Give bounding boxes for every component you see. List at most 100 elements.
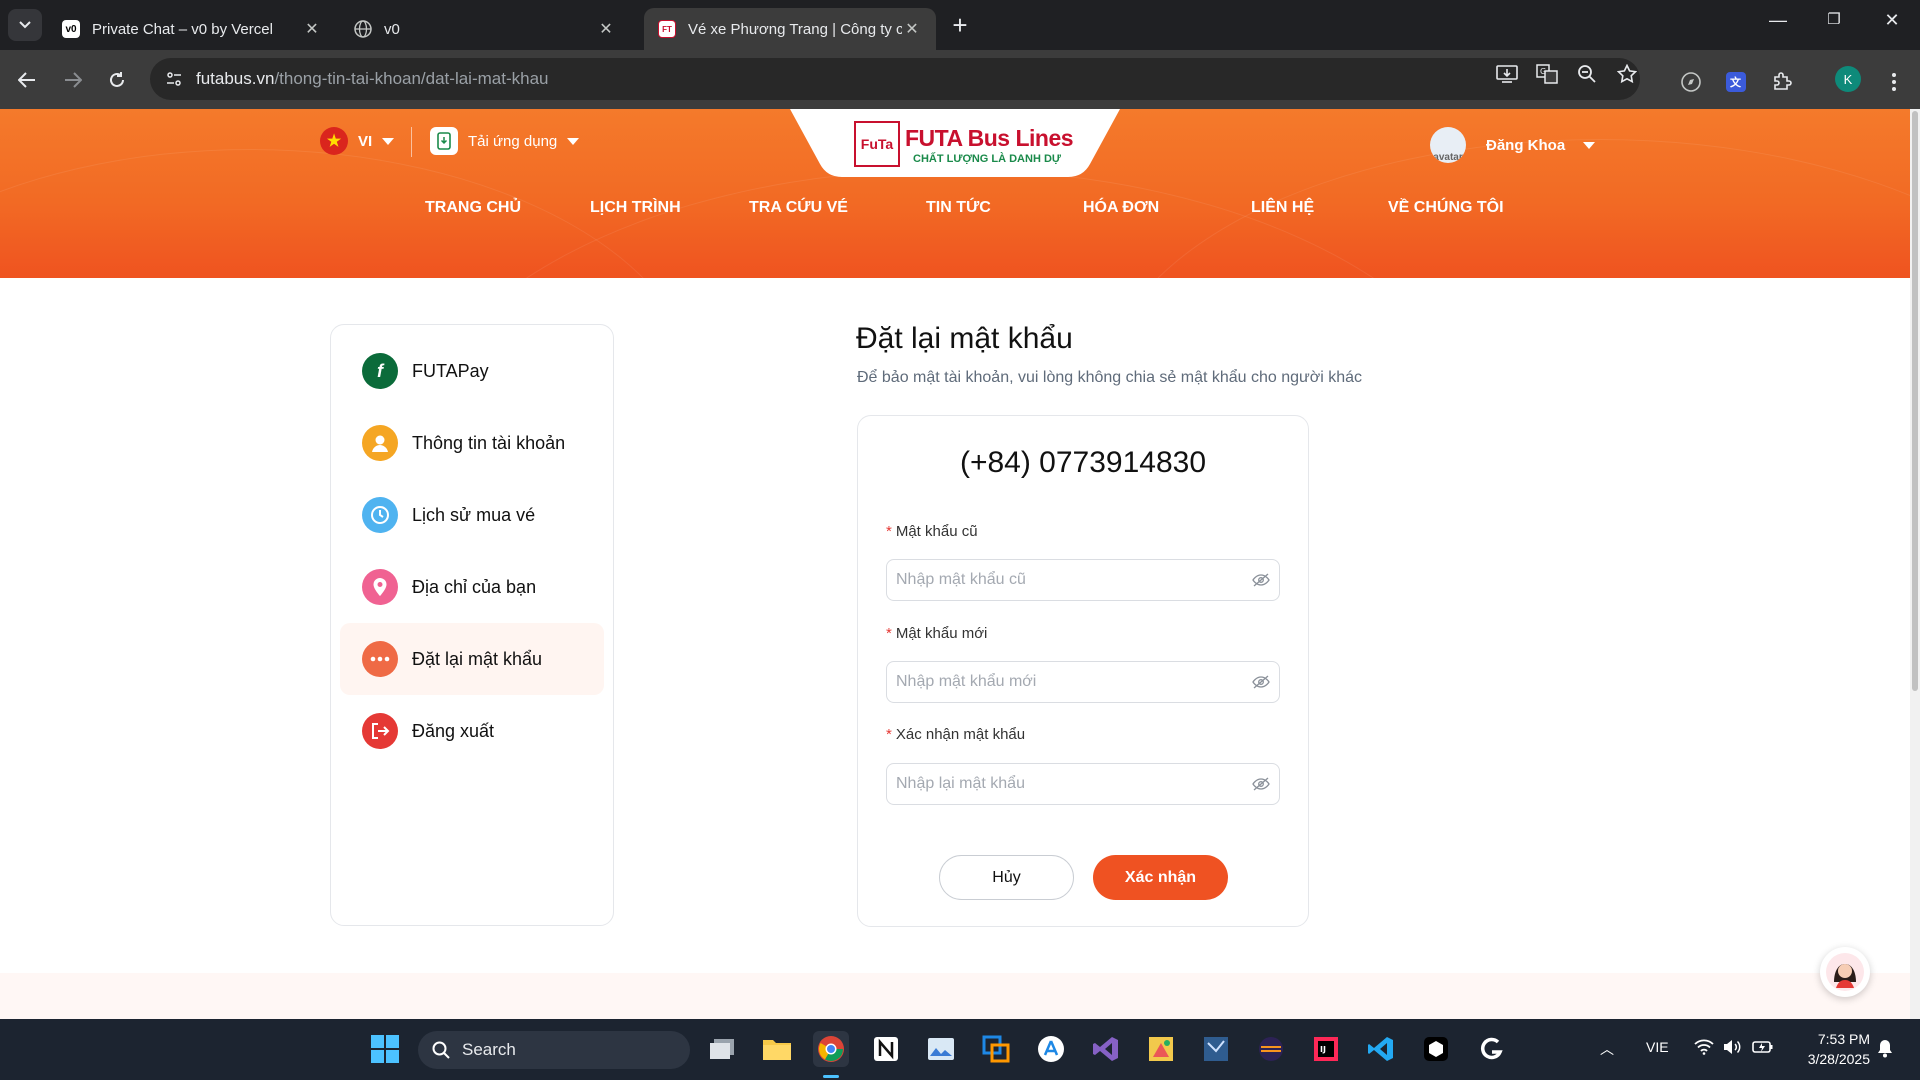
back-button[interactable] bbox=[12, 65, 42, 95]
site-header: ★ VI Tải ứng dụng FuTa FUTA Bus Lines CH… bbox=[0, 109, 1910, 278]
app-store-icon[interactable] bbox=[1033, 1031, 1069, 1067]
translate-icon[interactable]: G bbox=[1535, 62, 1559, 86]
app-download-label: Tải ứng dụng bbox=[468, 132, 558, 150]
sql-studio-icon[interactable] bbox=[1198, 1031, 1234, 1067]
submit-button[interactable]: Xác nhận bbox=[1093, 855, 1228, 900]
history-icon bbox=[362, 497, 398, 533]
confirm-password-input[interactable] bbox=[886, 763, 1280, 805]
reload-button[interactable] bbox=[102, 65, 132, 95]
chevron-up-icon[interactable]: ︿ bbox=[1600, 1039, 1614, 1059]
new-password-input[interactable] bbox=[886, 661, 1280, 703]
language-label: VI bbox=[358, 132, 373, 150]
notification-bell-icon[interactable] bbox=[1876, 1038, 1894, 1061]
eclipse-icon[interactable] bbox=[1253, 1031, 1289, 1067]
photos-icon[interactable] bbox=[923, 1031, 959, 1067]
nav-item-contact[interactable]: LIÊN HỆ bbox=[1251, 199, 1314, 217]
minimize-icon[interactable]: — bbox=[1758, 10, 1798, 31]
futa-logo-badge[interactable]: FuTa bbox=[854, 121, 900, 167]
restore-icon[interactable]: ❐ bbox=[1814, 10, 1854, 28]
old-password-input[interactable] bbox=[886, 559, 1280, 601]
nav-item-news[interactable]: TIN TỨC bbox=[926, 199, 991, 217]
confirm-password-label: * Xác nhận mật khẩu bbox=[886, 726, 1025, 743]
futa-logo-name[interactable]: FUTA Bus Lines bbox=[905, 125, 1074, 152]
windows-start-icon[interactable] bbox=[367, 1031, 403, 1067]
more-menu-icon[interactable] bbox=[1882, 70, 1906, 94]
remote-desktop-icon[interactable] bbox=[978, 1031, 1014, 1067]
support-agent-icon bbox=[1826, 953, 1864, 991]
bookmark-star-icon[interactable] bbox=[1615, 62, 1639, 86]
g-hub-icon[interactable] bbox=[1473, 1031, 1509, 1067]
taskbar-search[interactable]: Search bbox=[418, 1031, 690, 1069]
cube-app-icon[interactable] bbox=[1418, 1031, 1454, 1067]
task-view-icon[interactable] bbox=[704, 1031, 740, 1067]
forward-button[interactable] bbox=[58, 65, 88, 95]
support-chat-button[interactable] bbox=[1820, 947, 1870, 997]
caret-down-icon bbox=[382, 137, 395, 145]
app-download-menu[interactable]: Tải ứng dụng bbox=[430, 127, 580, 155]
intellij-icon[interactable]: IJ bbox=[1308, 1031, 1344, 1067]
web-page: ★ VI Tải ứng dụng FuTa FUTA Bus Lines CH… bbox=[0, 109, 1910, 1019]
vscode-icon[interactable] bbox=[1363, 1031, 1399, 1067]
nav-item-home[interactable]: TRANG CHỦ bbox=[425, 199, 521, 217]
browser-tab[interactable]: v0 ✕ bbox=[340, 8, 630, 50]
clock-date: 3/28/2025 bbox=[1807, 1051, 1870, 1067]
logo-slogan: CHẤT LƯỢNG LÀ DANH DỰ bbox=[913, 153, 1062, 165]
main-nav: TRANG CHỦ LỊCH TRÌNH TRA CỨU VÉ TIN TỨC … bbox=[0, 199, 1910, 229]
input-language[interactable]: VIE bbox=[1646, 1039, 1669, 1055]
clock-time: 7:53 PM bbox=[1817, 1031, 1870, 1047]
translate-extension-icon[interactable]: 文 bbox=[1724, 70, 1748, 94]
user-menu[interactable]: avatar Đăng Khoa bbox=[1430, 127, 1596, 163]
nav-item-about[interactable]: VỀ CHÚNG TÔI bbox=[1388, 199, 1504, 217]
sidebar-item-futapay[interactable]: f FUTAPay bbox=[340, 335, 604, 407]
browser-tab-active[interactable]: FT Vé xe Phương Trang | Công ty cổ phần … bbox=[644, 8, 936, 50]
close-tab-icon[interactable]: ✕ bbox=[302, 19, 322, 39]
eye-off-icon[interactable] bbox=[1251, 672, 1271, 692]
page-title: Đặt lại mật khẩu bbox=[856, 322, 1073, 355]
close-tab-icon[interactable]: ✕ bbox=[596, 19, 616, 39]
battery-icon[interactable] bbox=[1752, 1039, 1774, 1058]
file-explorer-icon[interactable] bbox=[759, 1031, 795, 1067]
close-tab-icon[interactable]: ✕ bbox=[902, 19, 922, 39]
extensions-puzzle-icon[interactable] bbox=[1770, 70, 1794, 94]
chrome-icon[interactable] bbox=[813, 1031, 849, 1067]
nav-item-schedule[interactable]: LỊCH TRÌNH bbox=[590, 199, 681, 217]
language-selector[interactable]: ★ VI bbox=[320, 127, 395, 155]
sidebar-item-account-info[interactable]: Thông tin tài khoản bbox=[340, 407, 604, 479]
new-tab-button[interactable]: + bbox=[946, 12, 974, 40]
eye-off-icon[interactable] bbox=[1251, 570, 1271, 590]
footer-band bbox=[0, 973, 1910, 1019]
close-window-icon[interactable]: ✕ bbox=[1872, 10, 1912, 31]
futapay-icon: f bbox=[362, 353, 398, 389]
sidebar-item-history[interactable]: Lịch sử mua vé bbox=[340, 479, 604, 551]
compass-extension-icon[interactable] bbox=[1679, 70, 1703, 94]
windows-taskbar: Search IJ ︿ VIE 7:53 PM 3/28/2025 bbox=[0, 1019, 1920, 1080]
eye-off-icon[interactable] bbox=[1251, 774, 1271, 794]
taskbar-clock[interactable]: 7:53 PM 3/28/2025 bbox=[1794, 1029, 1870, 1069]
url-text[interactable]: futabus.vn/thong-tin-tai-khoan/dat-lai-m… bbox=[196, 69, 548, 89]
visual-studio-icon[interactable] bbox=[1088, 1031, 1124, 1067]
header-divider bbox=[411, 127, 412, 157]
reset-password-card: (+84) 0773914830 * Mật khẩu cũ * Mật khẩu … bbox=[857, 415, 1309, 927]
sidebar-item-logout[interactable]: Đăng xuất bbox=[340, 695, 604, 767]
address-bar[interactable]: futabus.vn/thong-tin-tai-khoan/dat-lai-m… bbox=[150, 58, 1640, 100]
zoom-icon[interactable] bbox=[1575, 62, 1599, 86]
sidebar-item-reset-password[interactable]: Đặt lại mật khẩu bbox=[340, 623, 604, 695]
scrollbar-thumb[interactable] bbox=[1912, 111, 1918, 691]
page-subtitle: Để bảo mật tài khoản, vui lòng không chi… bbox=[857, 369, 1363, 386]
install-app-icon[interactable] bbox=[1495, 62, 1519, 86]
sidebar-item-address[interactable]: Địa chỉ của bạn bbox=[340, 551, 604, 623]
volume-icon[interactable] bbox=[1722, 1039, 1742, 1058]
notion-icon[interactable] bbox=[868, 1031, 904, 1067]
page-scrollbar[interactable] bbox=[1910, 109, 1920, 1019]
paint-app-icon[interactable] bbox=[1143, 1031, 1179, 1067]
cancel-button[interactable]: Hủy bbox=[939, 855, 1074, 900]
nav-item-invoice[interactable]: HÓA ĐƠN bbox=[1083, 199, 1159, 217]
tab-search-button[interactable] bbox=[8, 9, 42, 41]
nav-item-ticket-lookup[interactable]: TRA CỨU VÉ bbox=[749, 199, 848, 217]
password-icon bbox=[362, 641, 398, 677]
browser-tab[interactable]: v0 Private Chat – v0 by Vercel ✕ bbox=[48, 8, 336, 50]
profile-avatar[interactable]: K bbox=[1835, 66, 1861, 92]
vietnam-flag-icon: ★ bbox=[320, 127, 348, 155]
wifi-icon[interactable] bbox=[1694, 1039, 1714, 1058]
site-info-icon[interactable] bbox=[162, 70, 186, 88]
